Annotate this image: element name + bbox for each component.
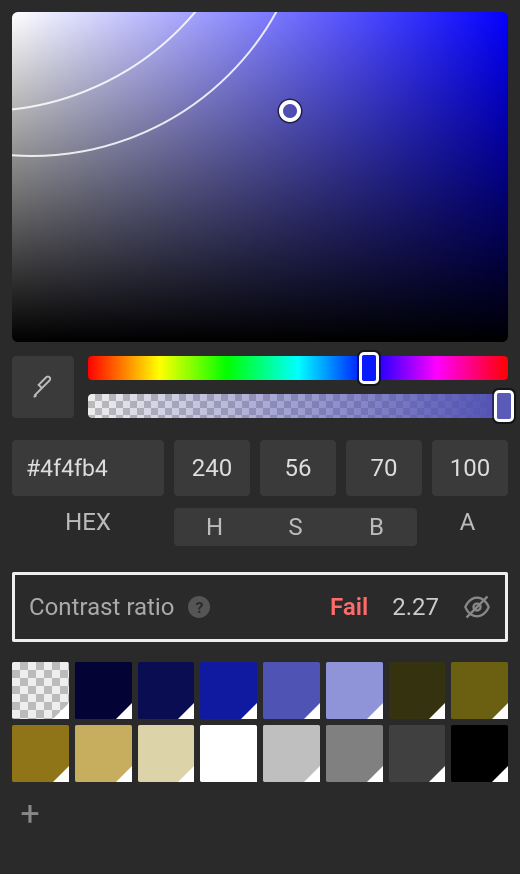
saturation-input[interactable]: 56 bbox=[260, 440, 336, 496]
swatch[interactable] bbox=[200, 662, 257, 719]
tab-s[interactable]: S bbox=[255, 513, 336, 541]
hue-slider[interactable] bbox=[88, 356, 508, 380]
brightness-input[interactable]: 70 bbox=[346, 440, 422, 496]
swatch[interactable] bbox=[200, 725, 257, 782]
swatch-grid bbox=[12, 662, 508, 782]
contrast-value: 2.27 bbox=[392, 593, 439, 621]
eyedropper-icon bbox=[30, 374, 56, 400]
eye-off-icon[interactable] bbox=[463, 593, 491, 621]
color-field-handle[interactable] bbox=[279, 100, 301, 122]
tab-b[interactable]: B bbox=[336, 513, 417, 541]
hex-label: HEX bbox=[12, 508, 164, 546]
swatch[interactable] bbox=[263, 662, 320, 719]
info-icon[interactable]: ? bbox=[188, 596, 210, 618]
contrast-status: Fail bbox=[330, 593, 368, 621]
contrast-ratio-panel: Contrast ratio ? Fail 2.27 bbox=[12, 572, 508, 642]
hue-slider-handle[interactable] bbox=[359, 352, 379, 384]
swatch[interactable] bbox=[451, 725, 508, 782]
alpha-input[interactable]: 100 bbox=[432, 440, 508, 496]
color-mode-tabs[interactable]: H S B bbox=[174, 508, 417, 546]
swatch[interactable] bbox=[75, 725, 132, 782]
alpha-slider-handle[interactable] bbox=[494, 390, 514, 422]
swatch[interactable] bbox=[138, 662, 195, 719]
add-swatch-button[interactable]: + bbox=[12, 796, 48, 832]
swatch[interactable] bbox=[75, 662, 132, 719]
swatch[interactable] bbox=[12, 725, 69, 782]
color-field-arc bbox=[12, 12, 262, 112]
alpha-label: A bbox=[427, 508, 508, 546]
swatch[interactable] bbox=[389, 725, 446, 782]
alpha-slider[interactable] bbox=[88, 394, 508, 418]
color-field-arc bbox=[12, 12, 312, 157]
swatch[interactable] bbox=[451, 662, 508, 719]
eyedropper-button[interactable] bbox=[12, 356, 74, 418]
swatch[interactable] bbox=[326, 662, 383, 719]
tab-h[interactable]: H bbox=[174, 513, 255, 541]
contrast-label: Contrast ratio bbox=[29, 593, 174, 621]
hue-input[interactable]: 240 bbox=[174, 440, 250, 496]
hex-input[interactable]: #4f4fb4 bbox=[12, 440, 164, 496]
swatch[interactable] bbox=[138, 725, 195, 782]
swatch[interactable] bbox=[389, 662, 446, 719]
color-field[interactable] bbox=[12, 12, 508, 342]
swatch[interactable] bbox=[326, 725, 383, 782]
swatch[interactable] bbox=[263, 725, 320, 782]
swatch[interactable] bbox=[12, 662, 69, 719]
